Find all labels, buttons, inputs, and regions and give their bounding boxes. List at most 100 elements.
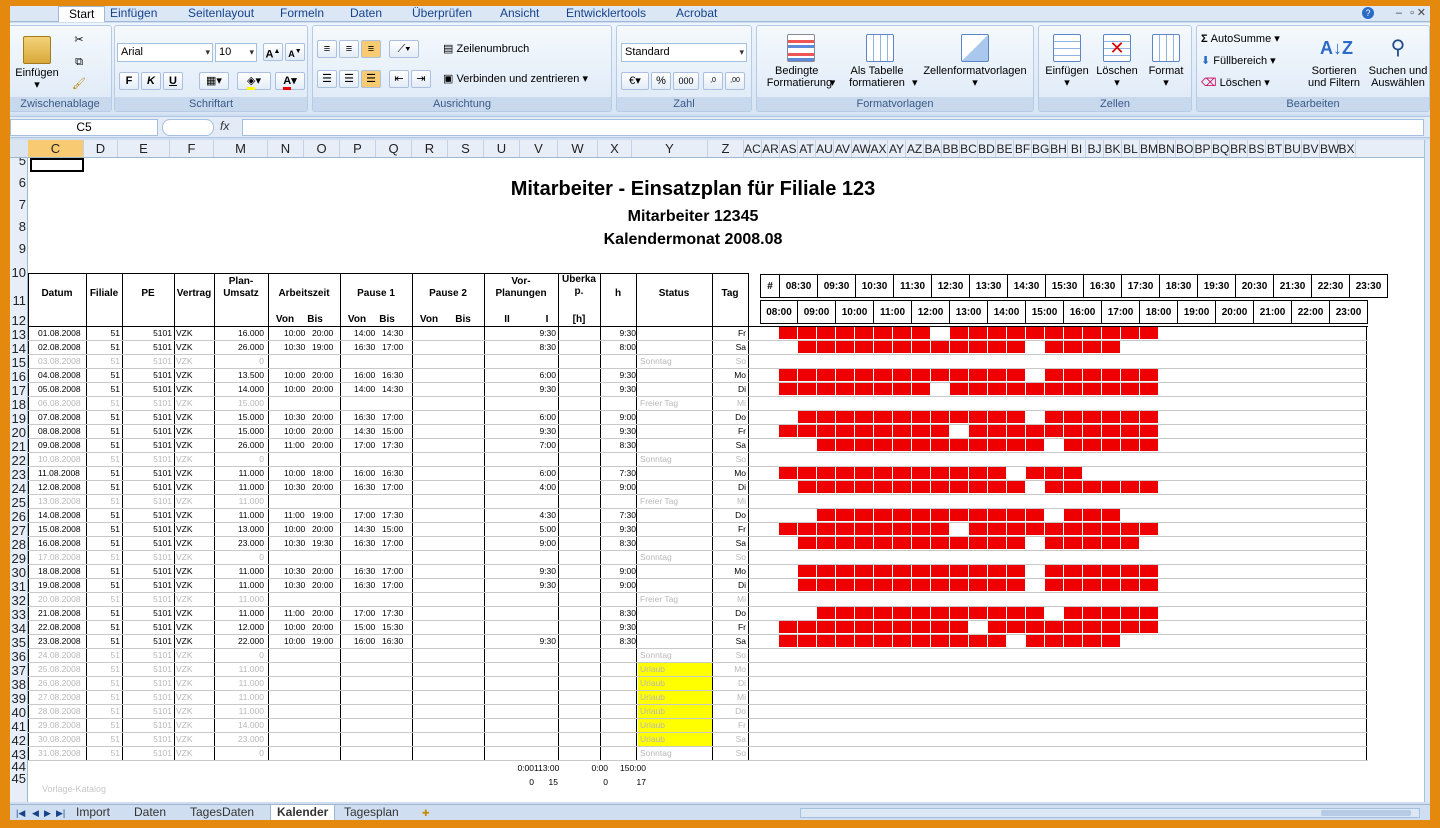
align-left-button[interactable]: ☰: [317, 70, 337, 88]
col-header-p[interactable]: P: [340, 140, 376, 157]
cell-vertrag[interactable]: VZK: [176, 494, 212, 508]
clear-button[interactable]: ⌫ Löschen ▾: [1201, 76, 1270, 90]
cell-hours[interactable]: 9:00: [610, 564, 636, 578]
cell-pause-bis[interactable]: 17:00: [382, 480, 404, 494]
cell-datum[interactable]: 08.08.2008: [38, 424, 88, 438]
cell-pause-von[interactable]: 16:30: [354, 564, 376, 578]
cell-vertrag[interactable]: VZK: [176, 382, 212, 396]
cell-arbeit-bis[interactable]: 20:00: [312, 368, 334, 382]
cell-weekday[interactable]: Mi: [712, 690, 746, 704]
cell-filiale[interactable]: 51: [86, 704, 120, 718]
cell-weekday[interactable]: Di: [712, 480, 746, 494]
row-header[interactable]: 34: [10, 622, 27, 636]
paste-button[interactable]: Einfügen ▾: [15, 36, 59, 91]
cell-pe[interactable]: 5101: [122, 494, 172, 508]
cell-pause-bis[interactable]: 17:30: [382, 508, 404, 522]
cell-filiale[interactable]: 51: [86, 634, 120, 648]
col-header-d[interactable]: D: [84, 140, 118, 157]
col-header-at[interactable]: AT: [798, 140, 816, 157]
cell-status[interactable]: Sonntag: [640, 746, 710, 760]
font-name-select[interactable]: Arial: [117, 43, 213, 62]
cell-weekday[interactable]: Di: [712, 676, 746, 690]
cell-filiale[interactable]: 51: [86, 466, 120, 480]
cell-pause-von[interactable]: 14:00: [354, 326, 376, 340]
cell-vertrag[interactable]: VZK: [176, 746, 212, 760]
new-sheet-icon[interactable]: ✚: [422, 808, 430, 819]
row-header[interactable]: 8: [10, 220, 27, 234]
cell-pe[interactable]: 5101: [122, 522, 172, 536]
scroll-thumb[interactable]: [1321, 810, 1411, 816]
cell-pause-von[interactable]: 17:00: [354, 606, 376, 620]
cell-status[interactable]: Sonntag: [640, 550, 710, 564]
cell-pause-von[interactable]: 16:30: [354, 410, 376, 424]
cell-filiale[interactable]: 51: [86, 480, 120, 494]
cell-pause-bis[interactable]: 17:30: [382, 606, 404, 620]
row-header[interactable]: 18: [10, 398, 27, 412]
cell-datum[interactable]: 23.08.2008: [38, 634, 88, 648]
row-header[interactable]: 41: [10, 720, 27, 734]
cell-pe[interactable]: 5101: [122, 718, 172, 732]
cell-vertrag[interactable]: VZK: [176, 620, 212, 634]
worksheet[interactable]: Mitarbeiter - Einsatzplan für Filiale 12…: [28, 158, 1424, 802]
cell-umsatz[interactable]: 11.000: [214, 564, 264, 578]
cell-status[interactable]: Freier Tag: [640, 494, 710, 508]
cell-status[interactable]: Sonntag: [640, 648, 710, 662]
cell-pe[interactable]: 5101: [122, 396, 172, 410]
cell-hours[interactable]: 9:30: [610, 522, 636, 536]
cell-umsatz[interactable]: 11.000: [214, 676, 264, 690]
cell-pause-von[interactable]: 16:30: [354, 578, 376, 592]
cell-arbeit-bis[interactable]: 19:00: [312, 508, 334, 522]
cell-pe[interactable]: 5101: [122, 690, 172, 704]
cell-vorplan[interactable]: 9:30: [528, 326, 556, 340]
cell-vertrag[interactable]: VZK: [176, 704, 212, 718]
formula-input[interactable]: [242, 119, 1424, 136]
cell-umsatz[interactable]: 11.000: [214, 494, 264, 508]
cell-arbeit-von[interactable]: 10:00: [284, 326, 306, 340]
cell-weekday[interactable]: Fr: [712, 424, 746, 438]
tab-ansicht[interactable]: Ansicht: [500, 6, 539, 22]
cell-vertrag[interactable]: VZK: [176, 424, 212, 438]
col-header-n[interactable]: N: [268, 140, 304, 157]
cell-arbeit-von[interactable]: 10:30: [284, 564, 306, 578]
cell-datum[interactable]: 06.08.2008: [38, 396, 88, 410]
cell-pe[interactable]: 5101: [122, 368, 172, 382]
cell-datum[interactable]: 10.08.2008: [38, 452, 88, 466]
cell-pause-von[interactable]: 16:00: [354, 368, 376, 382]
cell-datum[interactable]: 16.08.2008: [38, 536, 88, 550]
cell-arbeit-bis[interactable]: 20:00: [312, 326, 334, 340]
cell-filiale[interactable]: 51: [86, 746, 120, 760]
cell-vertrag[interactable]: VZK: [176, 438, 212, 452]
cell-vorplan[interactable]: 9:30: [528, 424, 556, 438]
cell-arbeit-von[interactable]: 10:30: [284, 480, 306, 494]
cell-filiale[interactable]: 51: [86, 662, 120, 676]
cell-hours[interactable]: 8:30: [610, 536, 636, 550]
sheet-tab-kalender[interactable]: Kalender: [270, 805, 336, 820]
cell-arbeit-bis[interactable]: 20:00: [312, 564, 334, 578]
cell-datum[interactable]: 11.08.2008: [38, 466, 88, 480]
cell-status[interactable]: Urlaub: [640, 662, 710, 676]
col-header-z[interactable]: Z: [708, 140, 744, 157]
cell-umsatz[interactable]: 11.000: [214, 704, 264, 718]
cell-vertrag[interactable]: VZK: [176, 326, 212, 340]
col-header-bv[interactable]: BV: [1302, 140, 1320, 157]
cell-umsatz[interactable]: 11.000: [214, 578, 264, 592]
row-header[interactable]: 12: [10, 314, 27, 328]
cell-status[interactable]: Freier Tag: [640, 592, 710, 606]
underline-button[interactable]: U: [163, 72, 183, 90]
cell-datum[interactable]: 29.08.2008: [38, 718, 88, 732]
cell-filiale[interactable]: 51: [86, 522, 120, 536]
cell-pe[interactable]: 5101: [122, 340, 172, 354]
cell-vertrag[interactable]: VZK: [176, 368, 212, 382]
cell-pause-bis[interactable]: 15:00: [382, 522, 404, 536]
row-header[interactable]: 36: [10, 650, 27, 664]
cell-vertrag[interactable]: VZK: [176, 536, 212, 550]
col-header-r[interactable]: R: [412, 140, 448, 157]
cell-arbeit-von[interactable]: 11:00: [284, 606, 306, 620]
cell-arbeit-von[interactable]: 10:30: [284, 410, 306, 424]
cell-filiale[interactable]: 51: [86, 326, 120, 340]
cell-vertrag[interactable]: VZK: [176, 466, 212, 480]
cell-pause-von[interactable]: 16:00: [354, 466, 376, 480]
row-header[interactable]: 11: [10, 294, 27, 308]
next-sheet-icon[interactable]: ▶: [44, 808, 51, 819]
cell-umsatz[interactable]: 15.000: [214, 396, 264, 410]
